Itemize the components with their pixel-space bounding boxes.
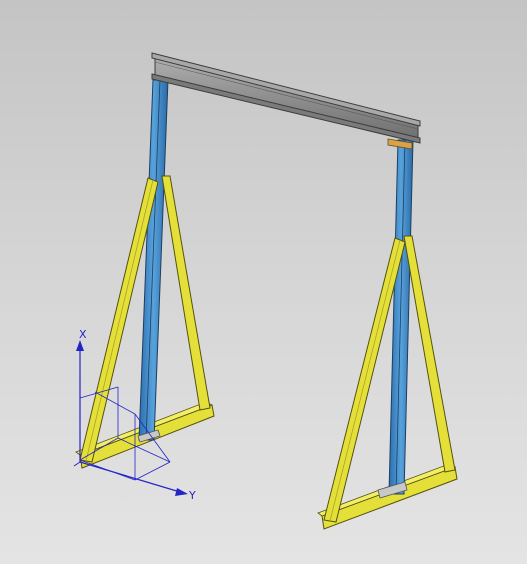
x-axis-label: X xyxy=(79,328,87,341)
right-brace-rear[interactable] xyxy=(403,235,456,473)
left-brace-rear[interactable] xyxy=(161,175,211,411)
cad-viewport[interactable]: X Y xyxy=(0,0,527,564)
i-beam-top-flange xyxy=(151,52,421,127)
right-post[interactable] xyxy=(388,139,414,495)
right-a-frame[interactable] xyxy=(317,139,458,530)
gantry-crane-model[interactable]: X Y xyxy=(0,0,527,564)
y-axis-label: Y xyxy=(188,489,196,502)
top-i-beam[interactable] xyxy=(151,52,421,150)
y-axis-arrow-icon xyxy=(175,488,188,496)
left-post[interactable] xyxy=(138,79,169,441)
y-axis-line xyxy=(79,461,181,493)
i-beam-bottom-flange xyxy=(151,73,421,144)
left-a-frame[interactable] xyxy=(75,79,215,469)
x-axis-arrow-icon xyxy=(76,340,84,351)
